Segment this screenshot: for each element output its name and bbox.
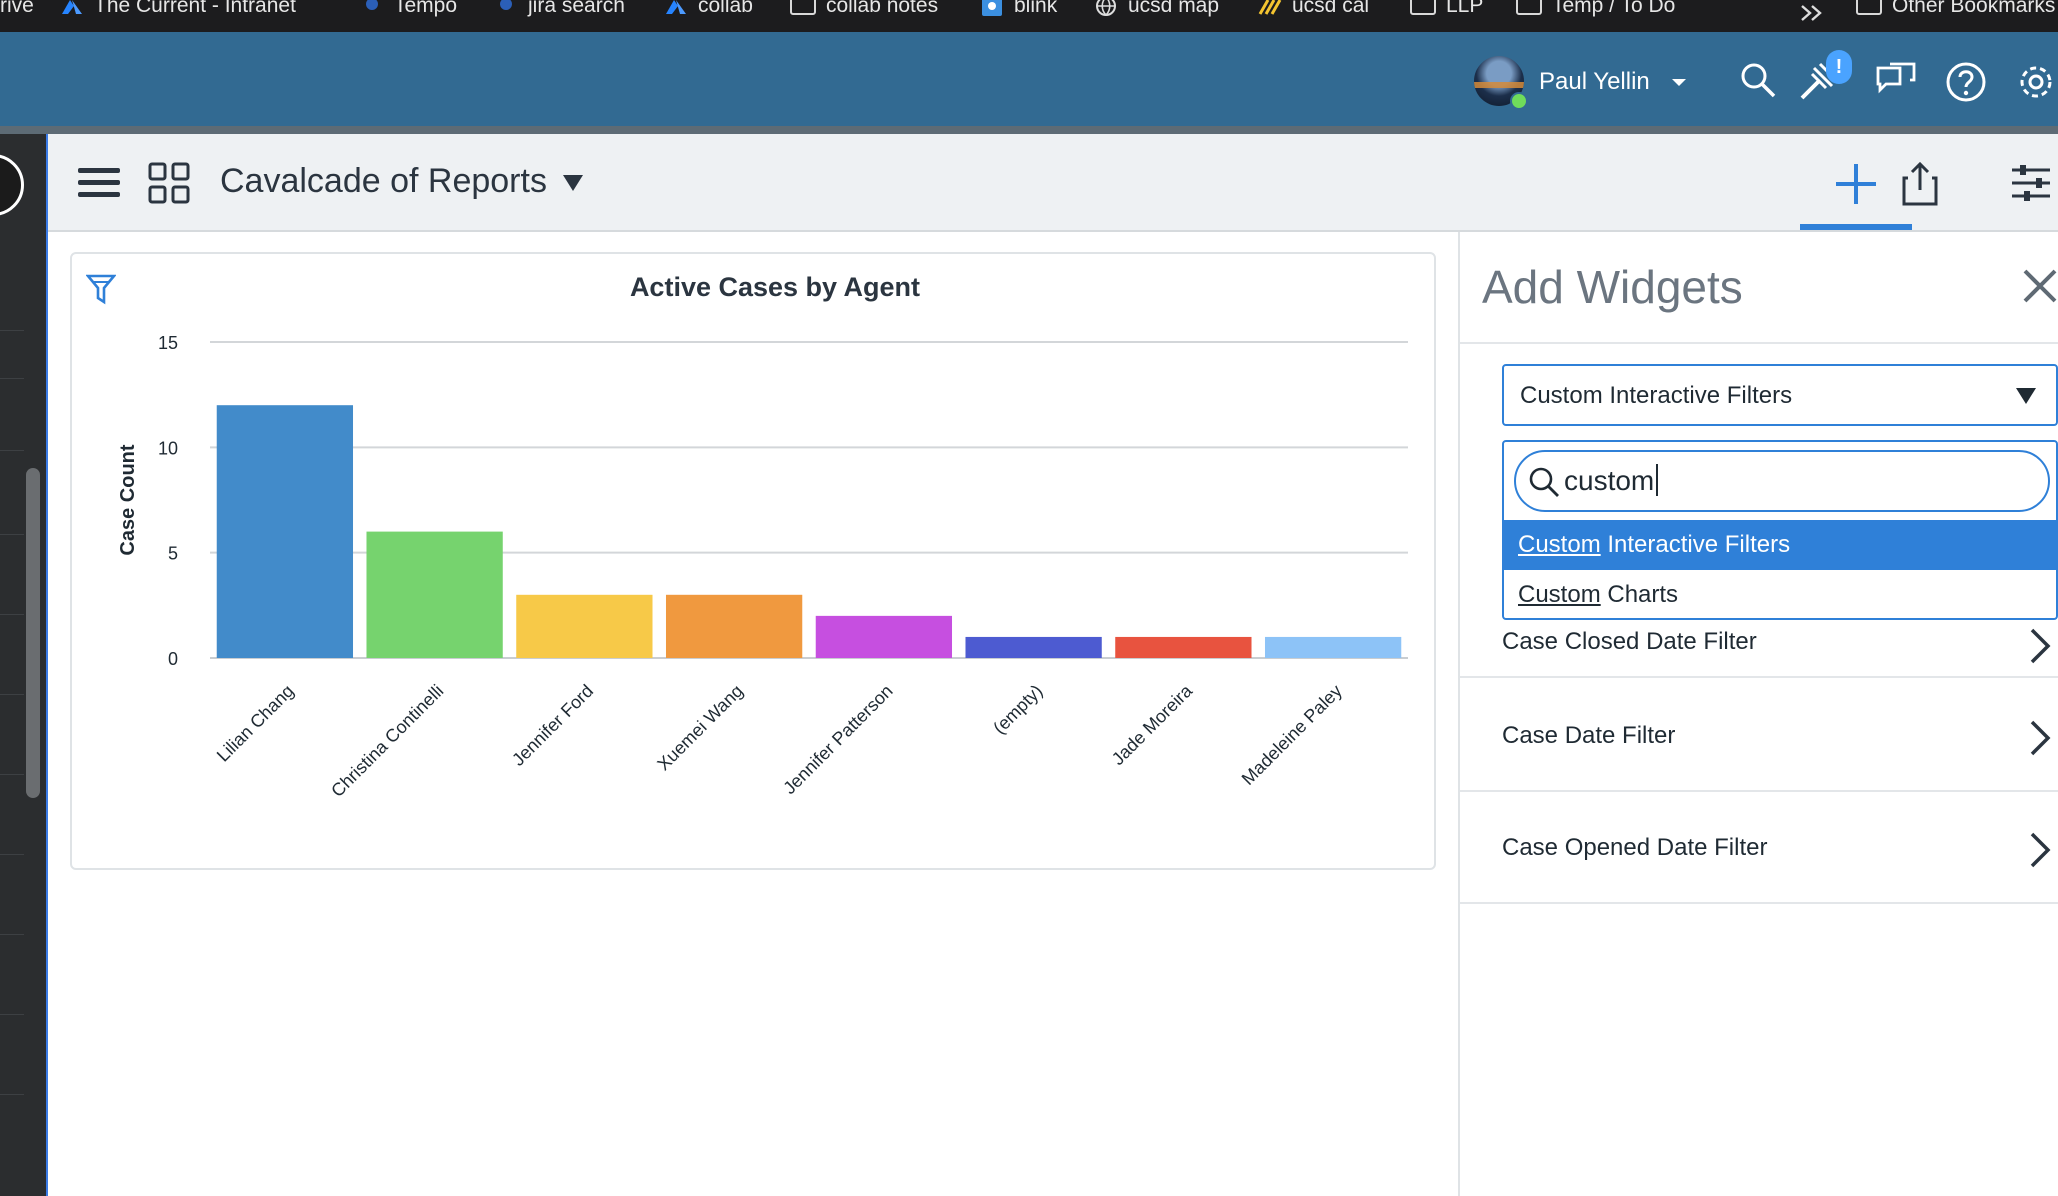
x-tick-label: Jennifer Ford [508, 681, 597, 770]
widget-row-label: Case Opened Date Filter [1502, 834, 1768, 861]
bookmark-ucsd-cal[interactable]: ucsd cal [1258, 0, 1369, 18]
presence-indicator [1510, 92, 1528, 110]
atlassian-icon [666, 0, 686, 14]
folder-icon [1856, 0, 1882, 15]
caret-down-icon [2016, 388, 2036, 404]
widget-row-case-date-filter[interactable]: Case Date Filter [1502, 680, 2058, 790]
dashboard-dropdown-icon[interactable] [562, 174, 584, 192]
user-menu[interactable]: Paul Yellin [1539, 68, 1688, 96]
search-icon[interactable] [1738, 60, 1778, 100]
share-icon[interactable] [1902, 160, 1938, 206]
widget-category-select[interactable]: Custom Interactive Filters [1502, 364, 2058, 426]
atlassian-icon [62, 0, 82, 14]
widget-row-case-closed-date-filter[interactable]: Case Closed Date Filter [1502, 612, 2058, 676]
folder-icon [1516, 0, 1542, 15]
bar-chart: Active Cases by Agent Case Count 0 5 10 15 Lil… [117, 272, 1408, 801]
chat-icon[interactable] [1874, 60, 1918, 100]
bookmark-collab-notes[interactable]: collab notes [790, 0, 938, 18]
caret-down-icon [1672, 78, 1687, 86]
x-tick-label: (empty) [989, 681, 1046, 738]
user-name: Paul Yellin [1539, 68, 1650, 95]
folder-icon [790, 0, 816, 15]
add-tab-indicator [1800, 224, 1912, 230]
x-tick-label: Jennifer Patterson [779, 681, 896, 798]
x-tick-label: Lilian Chang [213, 681, 298, 766]
widget-row-label: Case Closed Date Filter [1502, 628, 1757, 655]
help-icon[interactable] [1944, 60, 1988, 104]
add-widget-icon[interactable] [1834, 162, 1878, 206]
app-header: Paul Yellin ! [0, 32, 2058, 134]
globe-icon [1096, 0, 1116, 16]
jira-icon [500, 0, 512, 10]
dropdown-search [1514, 450, 2050, 512]
bar [965, 636, 1102, 658]
bookmark-other[interactable]: Other Bookmarks [1856, 0, 2055, 18]
bookmark-jira-search[interactable]: jira search [494, 0, 625, 18]
bookmark-llp[interactable]: LLP [1410, 0, 1483, 18]
x-tick-label: Madeleine Paley [1238, 681, 1346, 789]
bookmark-blink[interactable]: blink [980, 0, 1057, 18]
gear-icon[interactable] [2014, 60, 2058, 104]
panel-title: Add Widgets [1482, 261, 1743, 313]
menu-icon[interactable] [78, 166, 120, 200]
y-axis-label: Case Count [117, 444, 139, 555]
text-cursor [1656, 464, 1658, 496]
grid-icon[interactable] [148, 162, 190, 204]
bar [1115, 636, 1252, 658]
select-value: Custom Interactive Filters [1520, 382, 1793, 409]
ucsd-icon [1258, 0, 1282, 15]
more-bookmarks-icon[interactable] [1798, 2, 1828, 24]
bar [815, 615, 953, 658]
bar [1264, 636, 1402, 658]
widget-row-label: Case Date Filter [1502, 722, 1676, 749]
bar [216, 405, 354, 658]
bookmark-collab[interactable]: collab [664, 0, 753, 18]
notification-badge: ! [1826, 50, 1852, 84]
close-icon[interactable] [2022, 268, 2058, 304]
folder-icon [1410, 0, 1436, 15]
x-tick-label: Xuemei Wang [653, 681, 747, 775]
filter-settings-icon[interactable] [2010, 162, 2052, 204]
add-widgets-panel: Add Widgets Case Closed Date Filter Case… [1458, 232, 2058, 1196]
y-tick-label: 10 [158, 438, 178, 458]
bookmark-tempo[interactable]: Tempo [360, 0, 457, 18]
dashboard-toolbar: Cavalcade of Reports [48, 134, 2058, 232]
y-tick-label: 5 [168, 544, 178, 564]
bar [366, 531, 503, 658]
bar [516, 594, 653, 658]
option-custom-interactive-filters[interactable]: Custom Interactive Filters [1504, 520, 2056, 570]
left-scrollbar[interactable] [26, 468, 40, 798]
chevron-right-icon [2030, 832, 2051, 868]
nav-toggle[interactable] [0, 154, 24, 216]
bookmarks-bar: rive The Current - Intranet Tempo jira s… [0, 0, 2058, 32]
left-nav-strip [0, 134, 48, 1196]
chevron-right-icon [2030, 720, 2051, 756]
x-tick-label: Christina Continelli [327, 681, 447, 801]
bookmark-temp-todo[interactable]: Temp / To Do [1516, 0, 1675, 18]
bar [665, 594, 803, 658]
report-widget: Active Cases by Agent Case Count 0 5 10 15 Lil… [70, 252, 1436, 870]
y-tick-label: 0 [168, 649, 178, 669]
tempo-icon [366, 0, 378, 10]
dashboard-title[interactable]: Cavalcade of Reports [220, 162, 547, 201]
search-icon [1529, 467, 1559, 497]
select-dropdown: Custom Interactive Filters Custom Charts [1502, 440, 2058, 620]
y-tick-label: 15 [158, 333, 178, 353]
bookmark-ucsd-map[interactable]: ucsd map [1094, 0, 1219, 18]
blink-icon [982, 0, 1002, 16]
chevron-right-icon [2030, 628, 2051, 664]
bookmark-the-current[interactable]: The Current - Intranet [60, 0, 296, 18]
dropdown-search-input[interactable] [1564, 462, 2034, 500]
x-tick-label: Jade Moreira [1108, 680, 1197, 769]
option-custom-charts[interactable]: Custom Charts [1504, 570, 2056, 618]
widget-row-case-opened-date-filter[interactable]: Case Opened Date Filter [1502, 792, 2058, 902]
bookmark-rive[interactable]: rive [0, 0, 34, 18]
chart-title: Active Cases by Agent [630, 272, 920, 302]
